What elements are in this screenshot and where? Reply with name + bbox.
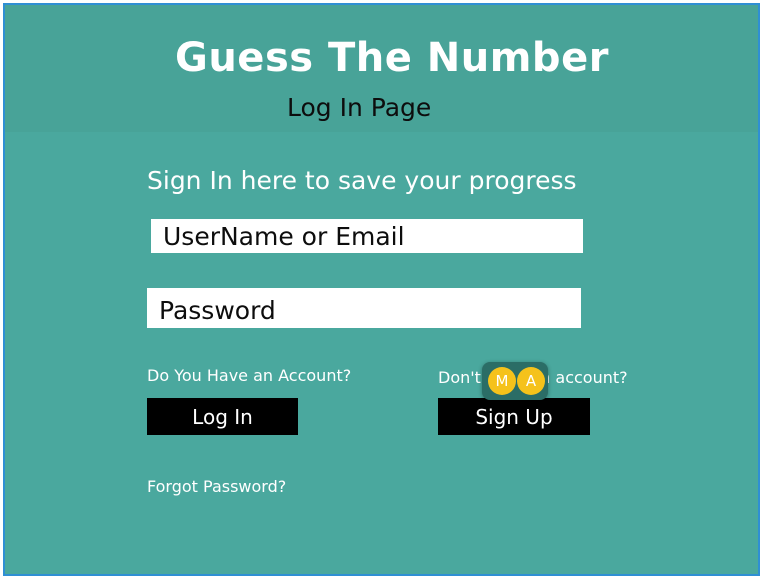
username-email-input[interactable] [151, 219, 583, 253]
badge-m[interactable]: M [488, 367, 516, 395]
badge-a[interactable]: A [517, 367, 545, 395]
app-title: Guess The Number [175, 35, 609, 81]
floating-widget[interactable]: M A [482, 362, 548, 400]
password-input[interactable] [147, 288, 581, 328]
page-title: Log In Page [287, 93, 432, 122]
signup-button[interactable]: Sign Up [438, 398, 590, 435]
have-account-label: Do You Have an Account? [147, 366, 352, 385]
login-button[interactable]: Log In [147, 398, 298, 435]
sign-in-prompt: Sign In here to save your progress [147, 166, 577, 195]
forgot-password-link[interactable]: Forgot Password? [147, 477, 286, 496]
header: Guess The Number Log In Page [5, 5, 758, 132]
